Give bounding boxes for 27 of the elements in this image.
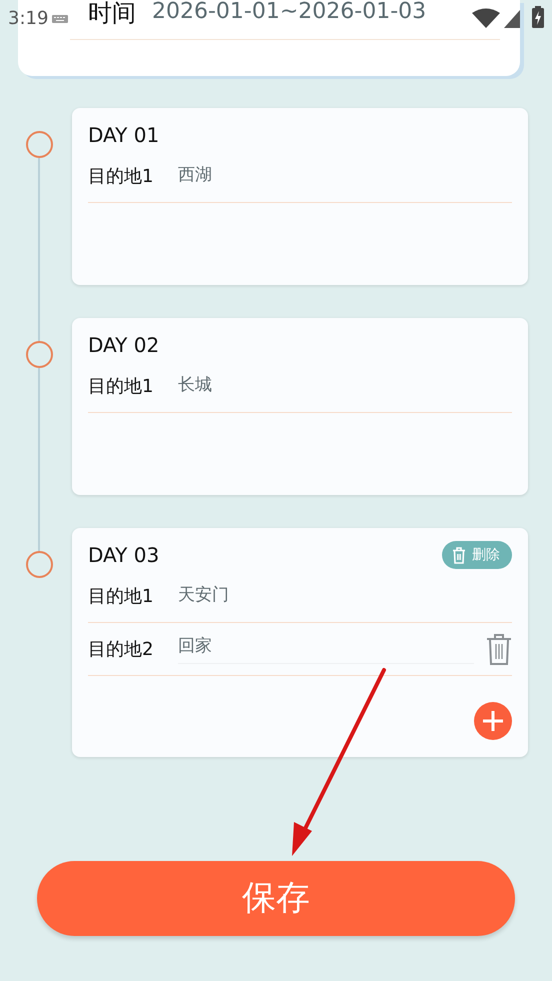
trash-icon [452,546,466,564]
day-title: DAY 01 [88,122,160,149]
destination-label: 目的地1 [88,374,154,398]
status-time: 3:19 [8,8,48,30]
destination-value: 天安门 [178,584,229,608]
timeline-ring [26,341,52,368]
timeline-ring [26,551,52,578]
destination-label: 目的地1 [88,164,154,188]
wifi-icon [472,8,500,28]
destination-value: 西湖 [178,164,212,188]
destination-input[interactable]: 回家 [178,634,474,664]
keyboard-icon [52,15,68,23]
timeline-ring [26,131,52,158]
battery-icon [532,6,544,28]
field-label: 时间 [87,0,136,26]
day-title: DAY 02 [88,332,160,359]
plus-icon [482,710,504,732]
destination-label: 目的地1 [88,584,154,608]
signal-icon [504,10,520,28]
destination-label: 目的地2 [88,638,154,662]
trash-icon[interactable] [486,633,512,665]
save-button[interactable]: 保存 [37,861,515,936]
day-title: DAY 03 [88,542,160,569]
destination-value: 长城 [178,374,212,398]
add-button[interactable] [474,702,512,740]
date-range-value: 2026-01-01~2026-01-03 [152,0,426,24]
delete-day-button[interactable]: 删除 [442,541,512,569]
